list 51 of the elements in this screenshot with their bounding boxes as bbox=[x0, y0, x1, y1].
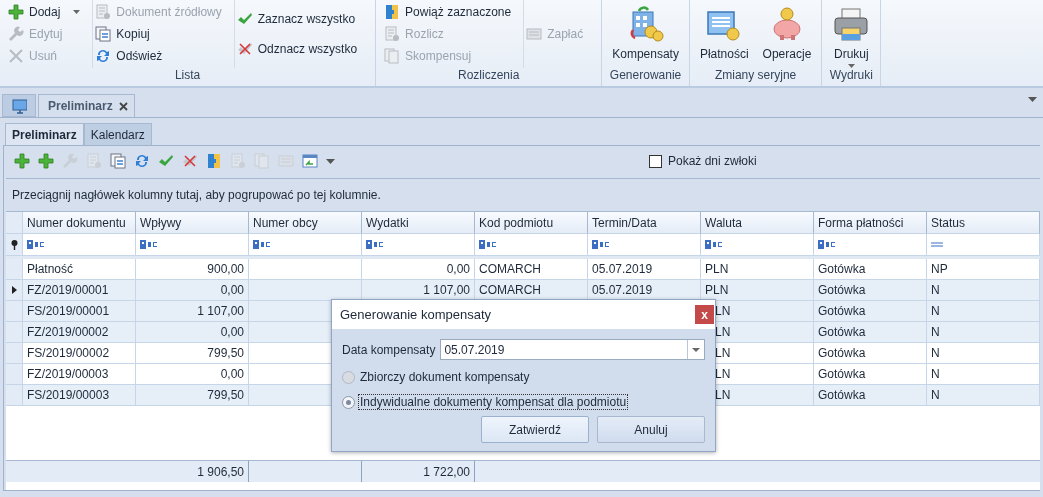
table-cell: FZ/2019/00003 bbox=[27, 367, 109, 381]
table-cell: Gotówka bbox=[818, 325, 866, 339]
table-cell: N bbox=[931, 325, 940, 339]
group-label: Wydruki bbox=[828, 68, 874, 84]
table-cell: LN bbox=[715, 304, 731, 318]
table-cell: N bbox=[931, 388, 940, 402]
table-cell: 0,00 bbox=[220, 325, 244, 339]
table-cell: FZ/2019/00002 bbox=[27, 325, 109, 339]
table-cell: N bbox=[931, 346, 940, 360]
table-cell: PLN bbox=[705, 283, 729, 297]
table-cell: 05.07.2019 bbox=[592, 262, 653, 276]
table-cell: 1 107,00 bbox=[423, 283, 470, 297]
table-cell: PLN bbox=[705, 262, 729, 276]
table-cell: COMARCH bbox=[479, 283, 541, 297]
group-hint: Przeciągnij nagłówek kolumny tutaj, aby pogrupować po tej kolumnie. bbox=[12, 188, 381, 202]
table-cell: Gotówka bbox=[818, 346, 866, 360]
table-cell: Gotówka bbox=[818, 304, 866, 318]
table-cell: 0,00 bbox=[220, 367, 244, 381]
table-cell: LN bbox=[715, 325, 731, 339]
table-cell: Płatność bbox=[27, 262, 74, 276]
table-cell: Gotówka bbox=[818, 367, 866, 381]
table-cell: N bbox=[931, 283, 940, 297]
table-cell: LN bbox=[715, 388, 731, 402]
table-cell: 05.07.2019 bbox=[592, 283, 653, 297]
group-label: Rozliczenia bbox=[456, 68, 521, 84]
group-label: Zmiany seryjne bbox=[713, 68, 798, 84]
table-cell: 0,00 bbox=[446, 262, 470, 276]
group-label: Generowanie bbox=[608, 68, 683, 84]
field-label: Data kompensaty bbox=[342, 342, 436, 357]
table-cell: FS/2019/00002 bbox=[27, 346, 110, 360]
table-cell: FS/2019/00003 bbox=[27, 388, 110, 402]
group-label: Lista bbox=[173, 68, 202, 84]
table-cell: Gotówka bbox=[818, 262, 866, 276]
table-cell: Gotówka bbox=[818, 283, 866, 297]
table-cell: 799,50 bbox=[207, 388, 244, 402]
total-cell: 1 722,00 bbox=[423, 464, 470, 479]
dialog-title: Generowanie kompensaty bbox=[340, 307, 492, 322]
table-cell: FZ/2019/00001 bbox=[27, 283, 109, 297]
table-cell: LN bbox=[715, 346, 731, 360]
table-cell: 1 107,00 bbox=[197, 304, 244, 318]
table-cell: N bbox=[931, 304, 940, 318]
table-cell: Gotówka bbox=[818, 388, 866, 402]
table-cell: N bbox=[931, 367, 940, 381]
table-cell: FS/2019/00001 bbox=[27, 304, 110, 318]
total-cell: 1 906,50 bbox=[197, 464, 244, 479]
table-cell: NP bbox=[931, 262, 948, 276]
table-cell: 799,50 bbox=[207, 346, 244, 360]
table-cell: 0,00 bbox=[220, 283, 244, 297]
table-cell: LN bbox=[715, 367, 731, 381]
table-cell: 900,00 bbox=[207, 262, 244, 276]
table-cell: COMARCH bbox=[479, 262, 541, 276]
